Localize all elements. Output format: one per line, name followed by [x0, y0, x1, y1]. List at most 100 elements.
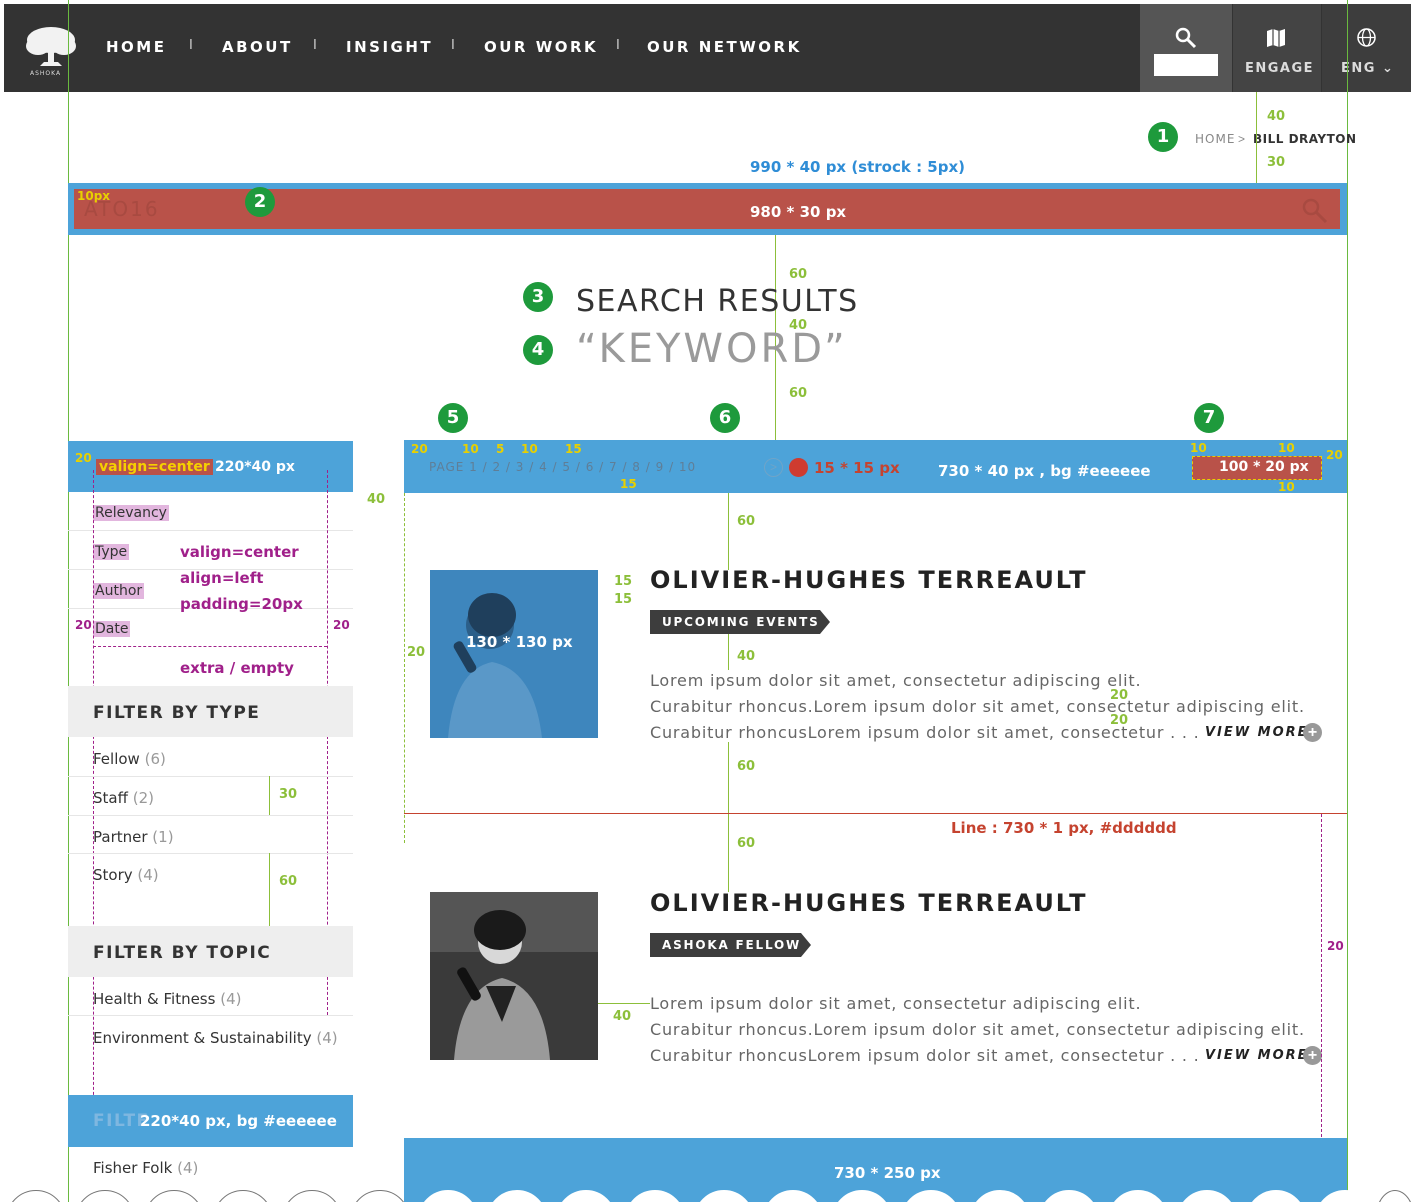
filter-item-environment[interactable]: Environment & Sustainability (4): [93, 1029, 338, 1047]
spacing-label: 40: [737, 649, 756, 664]
language-label[interactable]: ENG ⌄: [1341, 61, 1394, 76]
filter-item-fellow[interactable]: Fellow (6): [93, 750, 166, 768]
row-divider: [68, 530, 353, 531]
sort-option-date[interactable]: Date: [93, 621, 131, 637]
spacing-label: 10: [1278, 441, 1295, 455]
nav-home[interactable]: HOME: [106, 38, 166, 56]
decorative-circle: [213, 1190, 273, 1202]
spec-note: 990 * 40 px (strock : 5px): [750, 158, 966, 176]
header-search-input[interactable]: [1154, 54, 1218, 76]
spacing-label: 40: [613, 1009, 632, 1024]
decorative-circle: [75, 1190, 135, 1202]
result-name[interactable]: OLIVIER-HUGHES TERREAULT: [650, 889, 1088, 917]
search-icon[interactable]: [1300, 196, 1328, 224]
spacing-label: 60: [789, 267, 808, 282]
nav-separator: I: [616, 38, 620, 53]
spacing-guide: [728, 634, 729, 670]
result-photo[interactable]: [430, 570, 598, 738]
column-guide: [404, 493, 405, 843]
filter-item-story[interactable]: Story (4): [93, 866, 159, 884]
pager-next-button[interactable]: >: [764, 458, 783, 477]
decorative-circle: [1375, 1190, 1415, 1202]
spacing-label: 20: [75, 451, 92, 465]
spacing-label: 60: [279, 874, 298, 889]
breadcrumb-home[interactable]: HOME: [1195, 132, 1235, 146]
filter-item-staff[interactable]: Staff (2): [93, 789, 154, 807]
person-photo-icon: [430, 570, 598, 738]
result-tag[interactable]: UPCOMING EVENTS: [650, 610, 830, 634]
view-more-link[interactable]: VIEW MORE: [1205, 725, 1309, 740]
spec-note: valign=center: [180, 543, 299, 561]
pagination[interactable]: PAGE 1 / 2 / 3 / 4 / 5 / 6 / 7 / 8 / 9 /…: [429, 460, 696, 474]
spec-note: extra / empty: [180, 659, 294, 677]
spacing-label: 60: [737, 759, 756, 774]
annotation-badge-4: 4: [523, 335, 553, 365]
result-photo[interactable]: [430, 892, 598, 1060]
annotation-badge-2: 2: [245, 187, 275, 217]
spacing-guide: [728, 742, 729, 813]
plus-icon[interactable]: +: [1303, 723, 1322, 742]
result-tag[interactable]: ASHOKA FELLOW: [650, 933, 812, 957]
spec-note: 980 * 30 px: [750, 203, 847, 221]
decorative-circle: [350, 1190, 410, 1202]
spacing-label: 60: [737, 836, 756, 851]
nav-our-network[interactable]: OUR NETWORK: [647, 38, 802, 56]
nav-insight[interactable]: INSIGHT: [346, 38, 433, 56]
spacing-guide: [1256, 92, 1257, 183]
nav-our-work[interactable]: OUR WORK: [484, 38, 598, 56]
plus-icon[interactable]: +: [1303, 1046, 1322, 1065]
engage-button[interactable]: [1233, 4, 1321, 92]
grid-guide-right: [1347, 0, 1348, 1202]
spacing-label: 15: [614, 574, 633, 589]
spec-note: 100 * 20 px: [1219, 459, 1309, 475]
sort-option-type[interactable]: Type: [93, 544, 130, 560]
result-excerpt-line: Curabitur rhoncusLorem ipsum dolor sit a…: [650, 1046, 1200, 1065]
filter-item-fisher-folk[interactable]: Fisher Folk (4): [93, 1159, 198, 1177]
chevron-down-icon: ⌄: [1381, 61, 1395, 76]
sort-option-relevancy[interactable]: Relevancy: [93, 505, 169, 521]
padding-guide: [93, 646, 327, 647]
nav-about[interactable]: ABOUT: [222, 38, 293, 56]
nav-separator: I: [451, 38, 455, 53]
spec-note: Line : 730 * 1 px, #dddddd: [951, 819, 1177, 837]
filter-type-title: FILTER BY TYPE: [93, 703, 261, 723]
annotation-badge-1: 1: [1148, 122, 1178, 152]
spec-note: 730 * 40 px , bg #eeeeee: [938, 462, 1151, 480]
spacing-label: 10: [1278, 480, 1295, 494]
filter-item-partner[interactable]: Partner (1): [93, 828, 174, 846]
spec-note: 730 * 250 px: [834, 1164, 941, 1182]
spec-note: 130 * 130 px: [466, 633, 573, 651]
breadcrumb-current: BILL DRAYTON: [1253, 132, 1357, 146]
sort-option-author[interactable]: Author: [93, 583, 145, 599]
spacing-guide: [269, 776, 270, 815]
annotation-badge-7: 7: [1194, 403, 1224, 433]
language-selector[interactable]: [1322, 4, 1411, 92]
spacing-label: 10: [462, 442, 479, 456]
spacing-label: 20: [75, 618, 92, 632]
annotation-badge-5: 5: [438, 403, 468, 433]
nav-separator: I: [189, 38, 193, 53]
spacing-label: 20: [407, 645, 426, 660]
spacing-label: 20: [1110, 688, 1129, 703]
spec-note: 10px: [77, 189, 111, 203]
spacing-label: 15: [565, 442, 582, 456]
spacing-label: 20: [411, 442, 428, 456]
spacing-label: 30: [1267, 155, 1286, 170]
spec-note: padding=20px: [180, 595, 303, 613]
spacing-guide: [269, 853, 270, 927]
engage-label[interactable]: ENGAGE: [1245, 61, 1314, 76]
filter-item-health-fitness[interactable]: Health & Fitness (4): [93, 990, 241, 1008]
search-icon[interactable]: [1174, 26, 1198, 50]
row-divider: [68, 815, 353, 816]
spacing-label: 10: [1190, 441, 1207, 455]
result-excerpt-line: Curabitur rhoncus.Lorem ipsum dolor sit …: [650, 1020, 1305, 1039]
person-photo-icon: [430, 892, 598, 1060]
view-more-link[interactable]: VIEW MORE: [1205, 1048, 1309, 1063]
map-icon: [1267, 29, 1285, 47]
spacing-guide: [728, 493, 729, 570]
result-name[interactable]: OLIVIER-HUGHES TERREAULT: [650, 566, 1088, 594]
nav-separator: I: [313, 38, 317, 53]
logo-wordmark: ASHOKA: [30, 70, 62, 77]
result-excerpt-line: Lorem ipsum dolor sit amet, consectetur …: [650, 994, 1142, 1013]
decorative-circle: [6, 1190, 66, 1202]
